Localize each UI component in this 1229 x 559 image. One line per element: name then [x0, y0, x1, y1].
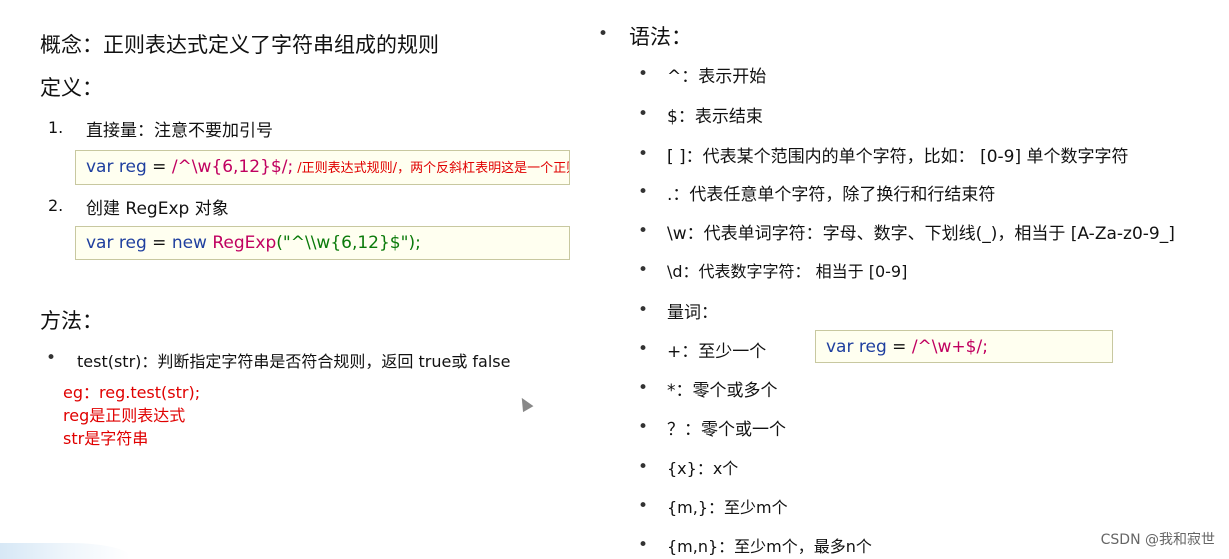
code-keyword: var reg: [86, 233, 147, 253]
definition-heading: 定义：: [40, 76, 103, 100]
bullet: •: [638, 417, 649, 437]
example-line: eg：reg.test(str);: [63, 383, 201, 402]
syntax-dollar: $：表示结束: [667, 107, 763, 127]
example-line: reg是正则表达式: [63, 406, 186, 425]
mouse-cursor-icon: [516, 394, 534, 413]
code-equals: =: [146, 157, 172, 177]
bullet: •: [638, 221, 649, 241]
bullet: •: [638, 457, 649, 477]
method-test: test(str)：判断指定字符串是否符合规则，返回 true或 false: [77, 352, 511, 371]
code-block-plus: var reg = /^\w+$/;: [815, 330, 1113, 363]
syntax-question: ？：零个或一个: [667, 420, 786, 440]
syntax-plus: +：至少一个: [667, 342, 767, 362]
decorative-footer-graphic: [0, 543, 130, 559]
item-direct-literal: 直接量：注意不要加引号: [86, 121, 273, 141]
syntax-star: *：零个或多个: [667, 381, 778, 401]
bullet: •: [638, 182, 649, 202]
code-new: new: [171, 233, 213, 253]
bullet: •: [638, 104, 649, 124]
code-keyword: var reg: [86, 157, 147, 177]
syntax-heading: 语法：: [629, 25, 692, 49]
syntax-x: {x}：x个: [667, 459, 739, 478]
code-keyword: var reg: [826, 337, 887, 357]
code-regex: /^\w+$/;: [911, 337, 988, 357]
bullet: •: [598, 24, 609, 44]
syntax-brackets: [ ]：代表某个范围内的单个字符，比如： [0-9] 单个数字字符: [667, 147, 1129, 167]
code-ctor: RegExp: [212, 233, 277, 253]
bullet: •: [638, 496, 649, 516]
code-block-regexp: var reg = new RegExp("^\\w{6,12}$");: [75, 226, 570, 260]
item-number: 1.: [48, 118, 64, 137]
bullet: •: [638, 64, 649, 84]
bullet: •: [638, 535, 649, 555]
code-equals: =: [886, 337, 912, 357]
code-block-literal: var reg = /^\w{6,12}$/; /正则表达式规则/，两个反斜杠表…: [75, 150, 570, 185]
bullet: •: [638, 300, 649, 320]
bullet: •: [638, 144, 649, 164]
item-regexp-object: 创建 RegExp 对象: [86, 199, 229, 219]
syntax-m-comma: {m,}：至少m个: [667, 498, 788, 517]
bullet: •: [46, 348, 57, 368]
syntax-dot: .：代表任意单个字符，除了换行和行结束符: [667, 185, 996, 205]
watermark: CSDN @我和寂世: [1100, 532, 1215, 548]
concept-heading: 概念：正则表达式定义了字符串组成的规则: [40, 33, 439, 57]
methods-heading: 方法：: [40, 309, 103, 333]
bullet: •: [638, 378, 649, 398]
syntax-caret: ^：表示开始: [667, 67, 767, 87]
code-equals: =: [146, 233, 172, 253]
syntax-d: \d：代表数字字符： 相当于 [0-9]: [667, 262, 908, 281]
bullet: •: [638, 260, 649, 280]
syntax-m-n: {m,n}：至少m个，最多n个: [667, 537, 872, 556]
syntax-quantifier: 量词：: [667, 303, 718, 323]
code-regex: /^\w{6,12}$/;: [171, 157, 294, 177]
item-number: 2.: [48, 196, 64, 215]
code-arg: ("^\\w{6,12}$");: [276, 233, 421, 253]
code-comment: /正则表达式规则/，两个反斜杠表明这是一个正则表达式: [297, 161, 569, 176]
example-line: str是字符串: [63, 429, 149, 448]
bullet: •: [638, 339, 649, 359]
syntax-w: \w：代表单词字符：字母、数字、下划线(_)，相当于 [A-Za-z0-9_]: [667, 224, 1175, 244]
